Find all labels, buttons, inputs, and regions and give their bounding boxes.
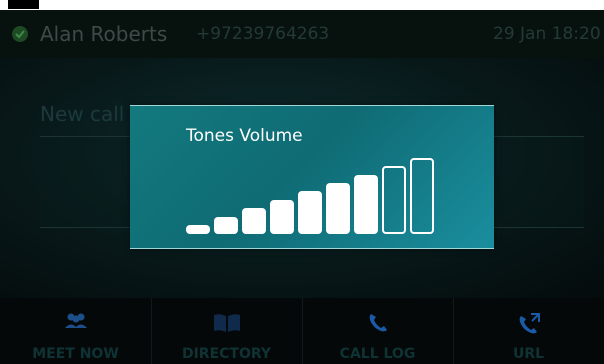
date-time: 29 Jan 18:20 [493, 24, 601, 44]
new-call-label: New call [40, 102, 125, 126]
user-name: Alan Roberts [40, 22, 168, 46]
call-log-button[interactable]: CALL LOG [302, 298, 454, 364]
meet-now-button[interactable]: MEET NOW [0, 298, 152, 364]
volume-bar [410, 158, 434, 234]
volume-bar [298, 191, 322, 234]
volume-overlay: Tones Volume [130, 105, 494, 249]
url-button[interactable]: URL [453, 298, 604, 364]
url-label: URL [512, 346, 545, 362]
volume-bar [214, 217, 238, 234]
top-strip-block [8, 0, 39, 9]
bottom-nav: MEET NOW DIRECTORY CALL LOG URL [0, 298, 604, 364]
phone-icon [367, 312, 389, 338]
phone-forward-icon [517, 312, 541, 340]
meet-now-label: MEET NOW [32, 346, 119, 362]
top-strip [0, 0, 604, 10]
volume-bar [326, 183, 350, 234]
volume-bar [242, 208, 266, 234]
volume-bar [270, 200, 294, 234]
people-icon [63, 312, 89, 336]
directory-label: DIRECTORY [181, 346, 272, 362]
user-phone-number: +97239764263 [196, 24, 330, 44]
volume-bar [186, 225, 210, 234]
volume-bars[interactable] [186, 106, 446, 248]
call-log-label: CALL LOG [339, 346, 416, 362]
directory-button[interactable]: DIRECTORY [151, 298, 303, 364]
status-bar: Alan Roberts +97239764263 29 Jan 18:20 [0, 10, 604, 58]
volume-bar [382, 166, 406, 234]
volume-bar [354, 175, 378, 234]
book-icon [212, 312, 242, 338]
check-icon [12, 26, 28, 42]
